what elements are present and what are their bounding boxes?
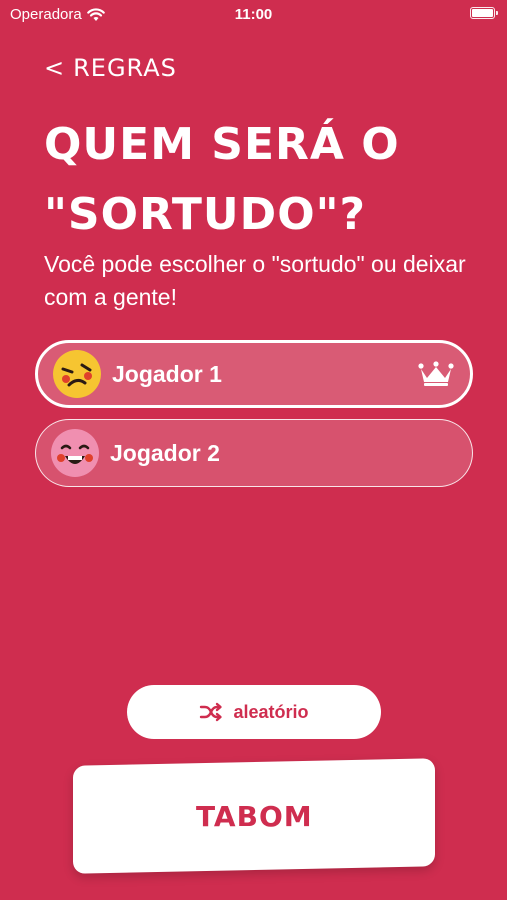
player-name: Jogador 1 [112,360,222,387]
title-line-2: "SORTUDO"? [44,189,367,240]
confirm-button[interactable]: TABOM [73,758,435,874]
player-name: Jogador 2 [110,439,220,466]
back-chevron-icon: < [44,54,66,82]
shuffle-icon [200,702,223,722]
title-line-1: QUEM SERÁ O [44,119,400,170]
crown-icon [418,361,454,386]
pink-face-icon [51,429,99,477]
yellow-face-icon [53,350,101,398]
battery-icon [470,7,498,19]
back-label: REGRAS [73,54,177,82]
random-pick-button[interactable]: aleatório [127,685,381,739]
back-to-rules-link[interactable]: < REGRAS [44,54,177,82]
clock: 11:00 [234,6,273,23]
page-subtitle: Você pode escolher o "sortudo" ou deixar… [44,251,466,310]
confirm-label: TABOM [195,799,313,833]
random-label: aleatório [233,701,309,722]
status-bar: Operadora 11:00 [0,0,507,30]
player-option-2[interactable]: Jogador 2 [35,419,473,487]
player-option-1[interactable]: Jogador 1 [35,340,473,408]
page-title: QUEM SERÁ O "SORTUDO"? [44,110,484,250]
